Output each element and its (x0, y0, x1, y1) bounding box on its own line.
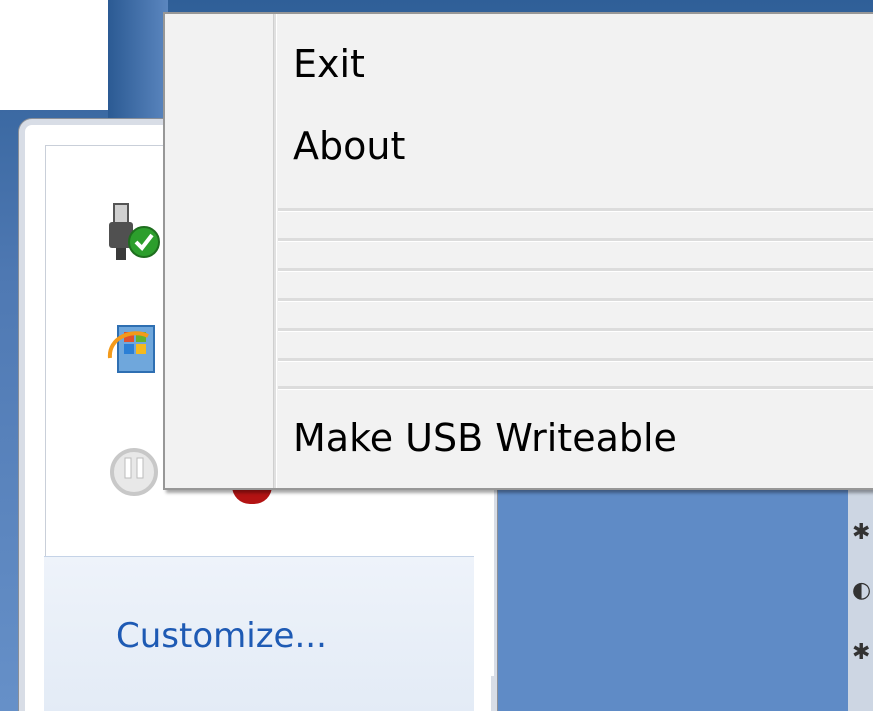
taskbar-edge (108, 0, 168, 120)
screen: ✱ ◐ ✱ Customize... Exit About Make USB W… (0, 0, 873, 711)
menu-separator (278, 238, 873, 242)
window-background (0, 0, 110, 110)
power-icon[interactable] (104, 438, 160, 502)
menu-separator (278, 386, 873, 390)
menu-separator (278, 358, 873, 362)
menu-item-exit[interactable]: Exit (293, 42, 365, 86)
menu-icon-gutter (273, 14, 277, 488)
taskbar-area (476, 484, 873, 711)
menu-item-make-usb-writeable[interactable]: Make USB Writeable (293, 416, 677, 460)
menu-separator (278, 328, 873, 332)
menu-item-about[interactable]: About (293, 124, 405, 168)
customize-link[interactable]: Customize... (116, 616, 327, 656)
edge-glyph: ◐ (852, 578, 872, 603)
menu-separator (278, 298, 873, 302)
usb-safe-remove-icon[interactable] (104, 200, 160, 264)
context-menu: Exit About Make USB Writeable (163, 12, 873, 490)
menu-separator (278, 268, 873, 272)
edge-glyph: ✱ (852, 640, 871, 665)
edge-glyph: ✱ (852, 520, 871, 545)
windows-update-icon[interactable] (104, 318, 160, 382)
menu-separator (278, 208, 873, 212)
